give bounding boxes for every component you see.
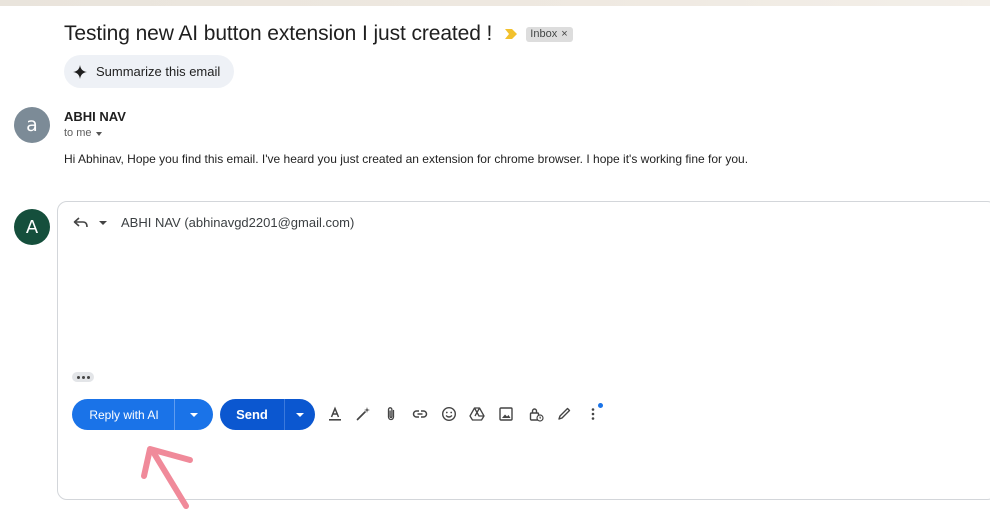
summarize-label: Summarize this email bbox=[96, 64, 221, 79]
dot-icon bbox=[81, 375, 85, 379]
inbox-label-chip: Inbox × bbox=[526, 26, 573, 42]
emoji-icon[interactable] bbox=[439, 404, 459, 424]
inbox-label-text: Inbox bbox=[530, 27, 558, 40]
importance-marker-icon[interactable] bbox=[504, 28, 518, 40]
dot-icon bbox=[86, 375, 90, 379]
email-subject: Testing new AI button extension I just c… bbox=[64, 22, 493, 45]
chevron-down-icon bbox=[190, 412, 198, 417]
send-button[interactable]: Send bbox=[220, 407, 284, 422]
notification-dot bbox=[598, 403, 603, 408]
annotation-arrow-icon bbox=[141, 446, 193, 509]
chevron-down-icon bbox=[95, 131, 102, 136]
attach-icon[interactable] bbox=[381, 404, 401, 424]
dot-icon bbox=[76, 375, 80, 379]
confidential-mode-icon[interactable] bbox=[526, 404, 546, 424]
reply-type-dropdown-icon[interactable] bbox=[99, 220, 107, 225]
recipient-details-toggle[interactable]: to me bbox=[64, 127, 102, 139]
send-button-group: Send bbox=[220, 399, 315, 430]
sparkle-icon bbox=[73, 64, 87, 79]
remove-label-icon[interactable]: × bbox=[561, 28, 567, 40]
user-avatar[interactable]: A bbox=[14, 209, 50, 245]
link-icon[interactable] bbox=[410, 404, 430, 424]
reply-header: ABHI NAV (abhinavgd2201@gmail.com) bbox=[73, 215, 354, 230]
photo-icon[interactable] bbox=[496, 404, 516, 424]
summarize-email-button[interactable]: Summarize this email bbox=[64, 55, 235, 88]
sender-name: ABHI NAV bbox=[64, 109, 126, 124]
drive-icon[interactable] bbox=[467, 404, 487, 424]
reply-with-ai-button-group: Reply with AI bbox=[72, 399, 213, 430]
ai-write-icon[interactable] bbox=[353, 404, 373, 424]
show-trimmed-content-button[interactable] bbox=[72, 372, 94, 382]
send-options-button[interactable] bbox=[285, 412, 315, 417]
message-body: Hi Abhinav, Hope you find this email. I'… bbox=[64, 152, 749, 166]
formatting-icon[interactable] bbox=[325, 404, 345, 424]
chevron-down-icon bbox=[296, 412, 304, 417]
top-strip bbox=[0, 0, 990, 6]
signature-icon[interactable] bbox=[554, 404, 574, 424]
reply-recipient[interactable]: ABHI NAV (abhinavgd2201@gmail.com) bbox=[121, 215, 354, 230]
reply-with-ai-button[interactable]: Reply with AI bbox=[72, 408, 174, 422]
reply-type-icon[interactable] bbox=[73, 216, 89, 230]
reply-ai-options-button[interactable] bbox=[175, 412, 213, 417]
subject-row: Testing new AI button extension I just c… bbox=[64, 22, 573, 46]
to-me-label: to me bbox=[64, 127, 92, 139]
sender-avatar[interactable]: a bbox=[14, 107, 50, 143]
